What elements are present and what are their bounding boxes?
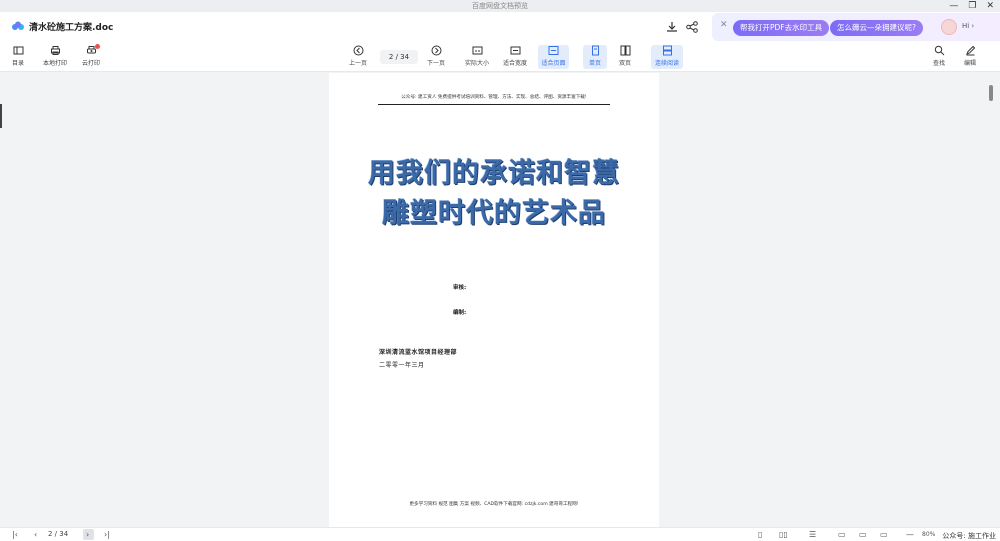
actual-size-small-icon[interactable]: ▭ [838,530,846,540]
notification-badge [95,44,100,49]
prev-page-button[interactable]: 上一页 [349,45,367,69]
single-view-icon[interactable]: ▯ [758,530,762,540]
arrow-right-circle-icon [431,45,441,56]
next-page-small-icon[interactable]: › [86,530,89,540]
fit-width-button[interactable]: 适合宽度 [503,45,527,69]
local-print-button[interactable]: 本地打印 [43,45,67,69]
prev-page-small-icon[interactable]: ‹ [34,530,37,540]
double-page-button[interactable]: 双页 [619,45,631,69]
document-viewport[interactable]: 公众号: 建工资人 免费提供考试培训资料、管理、方法、实现、总结、评图、资源丰富… [0,73,1000,527]
page-header-text: 公众号: 建工资人 免费提供考试培训资料、管理、方法、实现、总结、评图、资源丰富… [401,95,587,100]
company-name: 深圳清流蓝水馆项目经理部 [379,349,458,356]
ad-pill-suggest[interactable]: 怎么薅云—朵拥建议呢? [830,20,923,36]
restore-icon[interactable]: ❐ [968,1,976,11]
contents-button[interactable]: 目录 [12,45,24,69]
last-page-icon[interactable]: ›| [104,530,110,540]
fit-width-small-icon[interactable]: ▭ [859,530,867,540]
zoom-level: 80% [922,531,936,538]
single-page-icon [591,45,599,56]
find-button[interactable]: 查找 [933,45,945,69]
close-icon[interactable]: ✕ [986,1,994,11]
first-page-icon[interactable]: |‹ [12,530,18,540]
document-page: 公众号: 建工资人 免费提供考试培训资料、管理、方法、实现、总结、评图、资源丰富… [329,73,659,527]
continuous-read-button[interactable]: 连续阅读 [651,45,683,69]
app-title: 百度网盘文档预览 [472,2,528,10]
status-page-indicator[interactable]: 2 / 34 [48,530,68,538]
actual-size-button[interactable]: 实际大小 [465,45,489,69]
ad-close-icon[interactable]: ✕ [720,20,728,30]
scroll-thumb[interactable] [989,85,993,101]
fit-page-button[interactable]: 适合页面 [538,45,569,69]
printer-icon [50,46,60,55]
ad-banner: ✕ 帮我打开PDF去水印工具 怎么薅云—朵拥建议呢? Hi › [712,13,1000,41]
continuous-view-icon[interactable]: ☰ [809,530,816,540]
wordart-title-line2: 雕塑时代的艺术品 [382,198,606,229]
reviewer-label: 审核: [453,285,467,291]
sidebar-icon [13,46,23,55]
page-footer-text: 更多学习资料 规范 图集 方案 视频、CAD软件下载官网: cdzjk.com … [409,502,579,507]
arrow-left-circle-icon [353,45,363,56]
download-icon[interactable] [665,20,679,34]
editor-label: 编制: [453,310,467,316]
assistant-avatar[interactable] [941,19,957,35]
title-bar: 百度网盘文档预览 — ❐ ✕ [0,0,1000,12]
toolbar: 目录 本地打印 云打印 上一页 下一页 实际大小 适合宽度 适合页面 单页 双页… [0,42,1000,72]
page-number-input[interactable]: 2 / 34 [380,50,418,64]
actual-size-icon [472,46,482,55]
single-page-button[interactable]: 单页 [583,45,607,69]
watermark-text: 公众号: 施工作业 [942,532,996,540]
document-date: 二零零一年三月 [379,362,425,369]
header-divider [378,104,610,105]
header: 清水砼施工方案.doc ✕ 帮我打开PDF去水印工具 怎么薅云—朵拥建议呢? H… [0,12,1000,42]
assistant-hi[interactable]: Hi › [962,22,974,30]
side-panel-handle[interactable] [0,104,2,128]
search-icon [934,45,944,56]
next-page-button[interactable]: 下一页 [427,45,445,69]
zoom-out-icon[interactable]: — [906,530,914,540]
ad-pill-pdf[interactable]: 帮我打开PDF去水印工具 [733,20,830,36]
edit-button[interactable]: 编辑 [964,45,976,69]
minimize-icon[interactable]: — [949,1,958,11]
fit-width-icon [510,46,520,55]
share-icon[interactable] [685,20,699,34]
fit-page-small-icon[interactable]: ▭ [880,530,888,540]
continuous-icon [662,45,672,56]
double-view-icon[interactable]: ▯▯ [779,530,788,540]
double-page-icon [620,45,630,56]
status-bar: |‹ ‹ 2 / 34 › ›| ▯ ▯▯ ☰ ▭ ▭ ▭ — 80% 公众号:… [0,527,1000,541]
fit-page-icon [548,46,559,55]
vertical-scrollbar[interactable] [987,73,997,527]
wordart-title-line1: 用我们的承诺和智慧 [368,158,620,189]
pencil-icon [965,45,975,56]
file-name: 清水砼施工方案.doc [29,23,114,33]
cloud-logo-icon [12,21,24,30]
